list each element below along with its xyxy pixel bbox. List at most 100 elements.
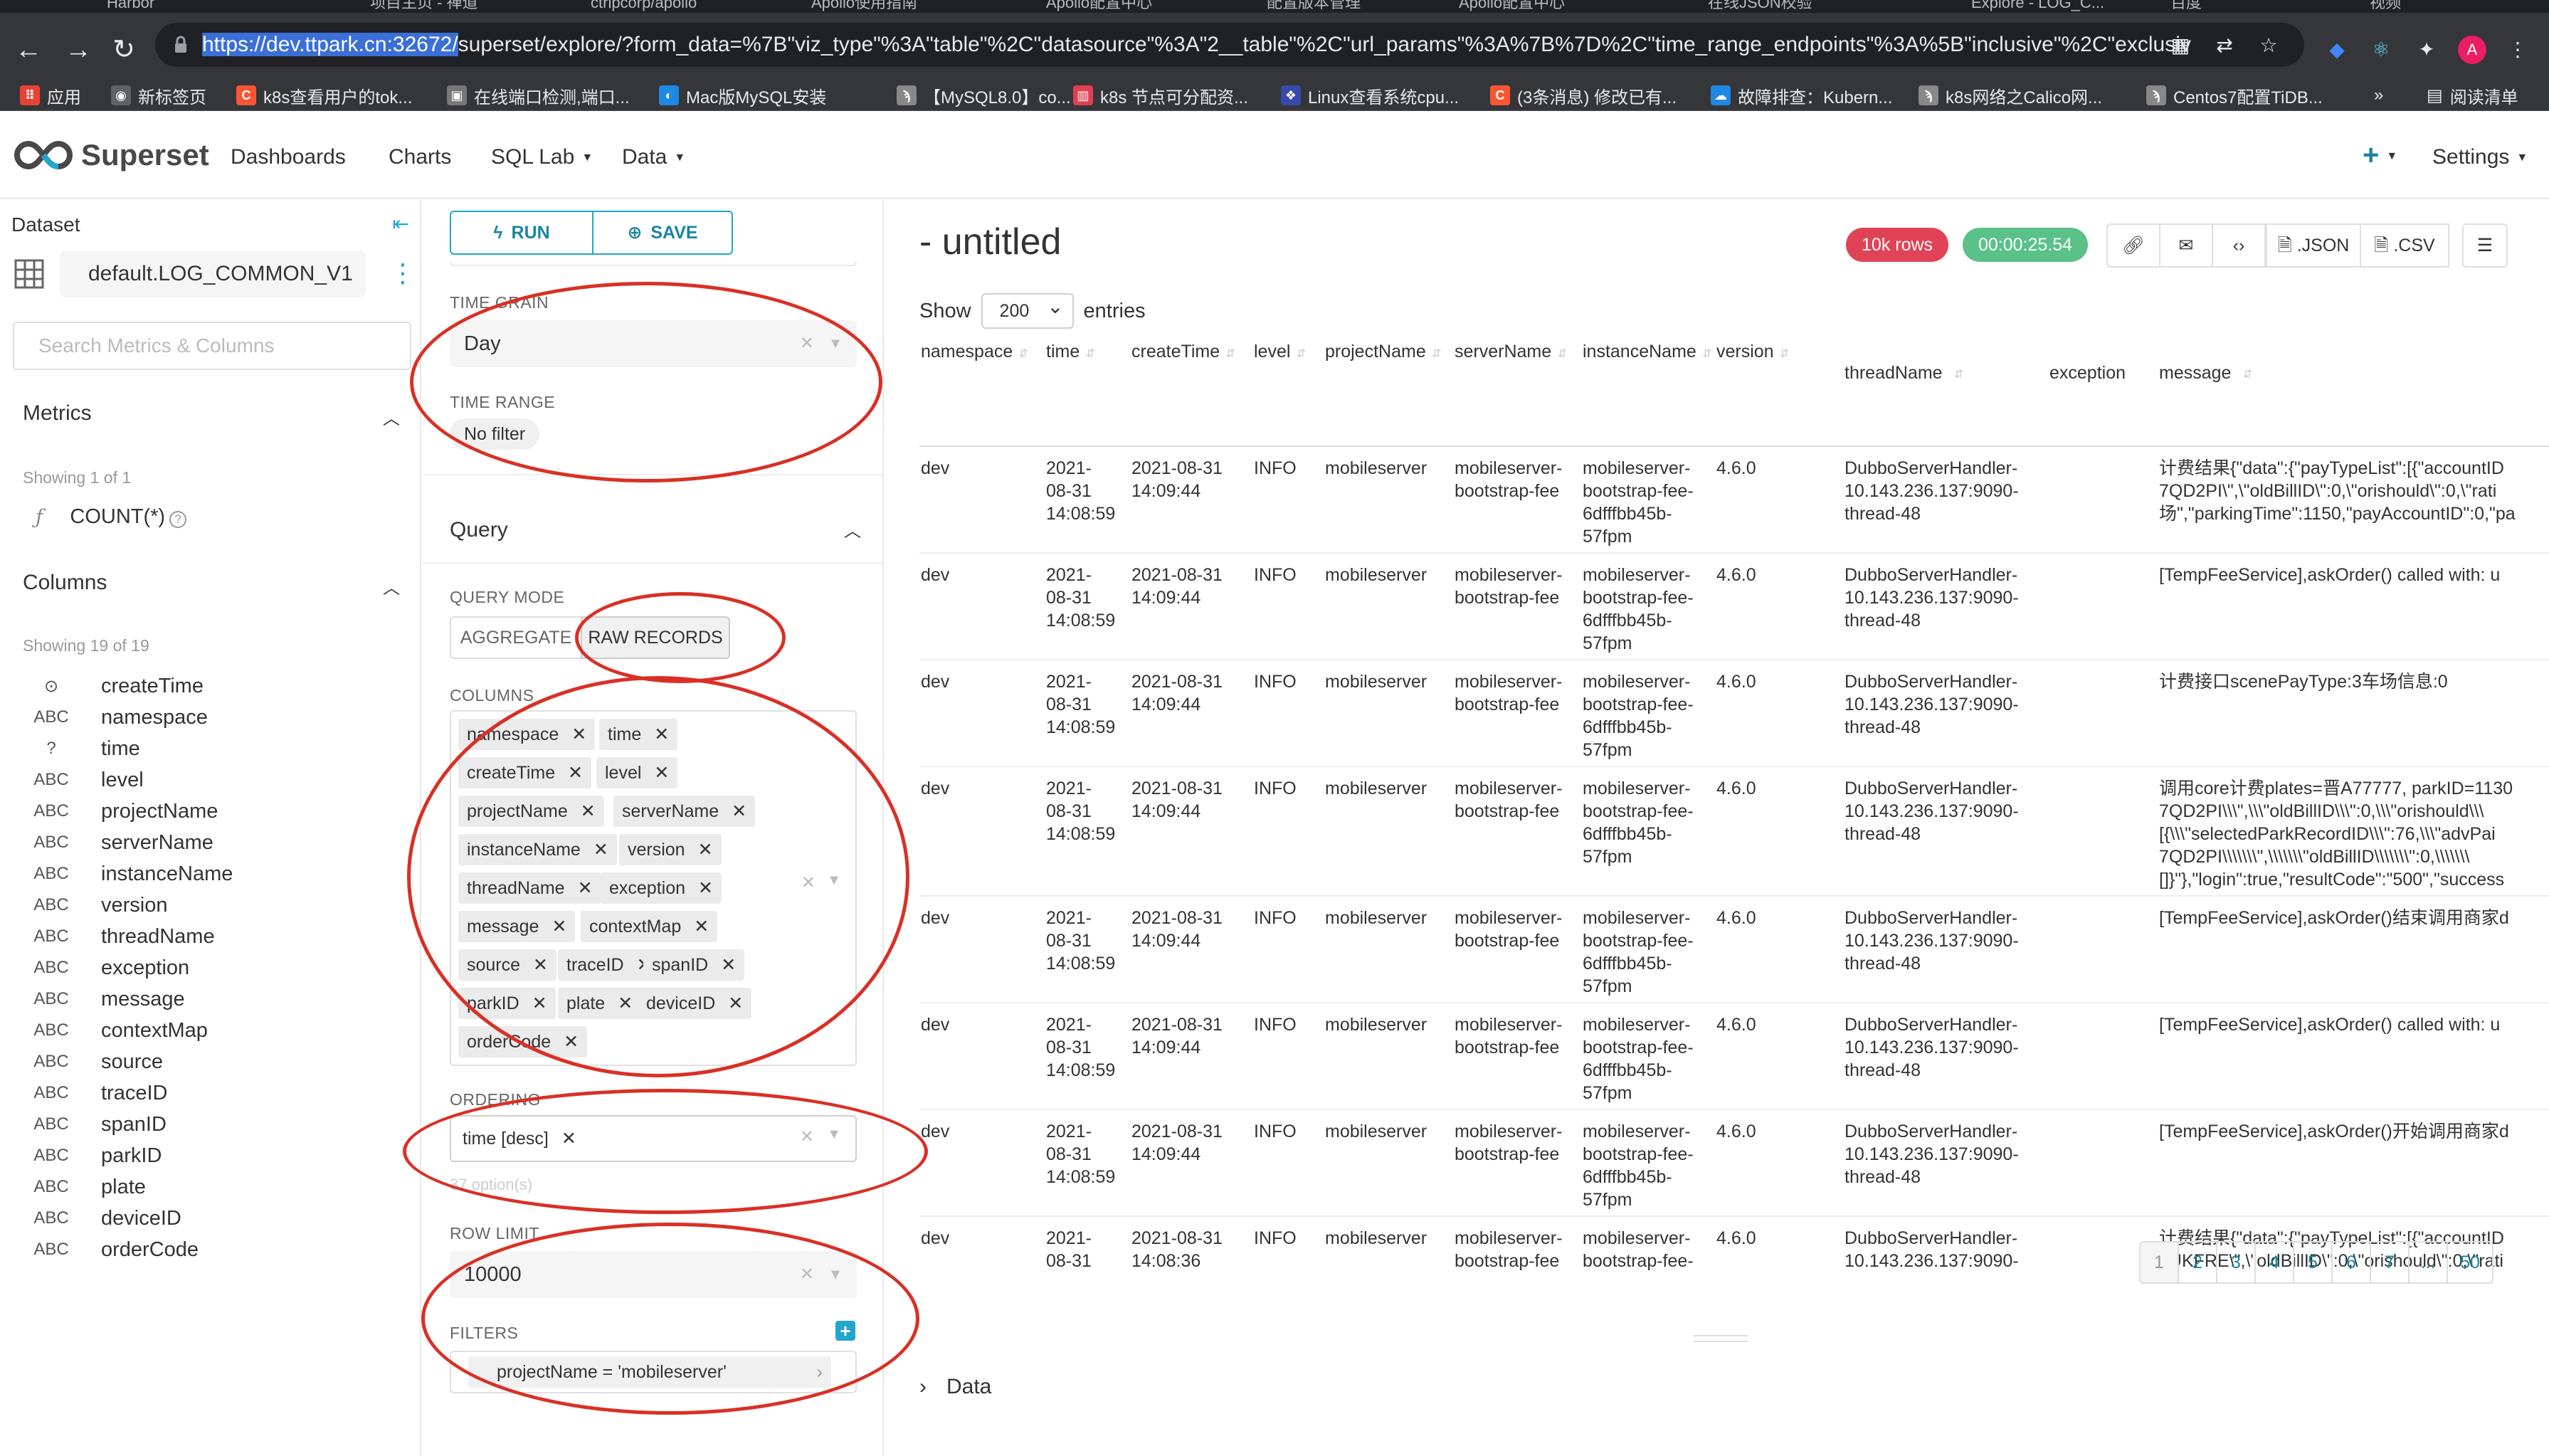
column-header[interactable]: instanceName ⇵ [1583,342,1718,362]
column-chip[interactable]: contextMap ✕ [581,911,718,942]
column-header[interactable]: threadName ⇵ [1845,363,1970,384]
columns-multiselect[interactable]: ✕ ▼ namespace ✕ time ✕ createTime ✕ level ✕ proj… [450,710,857,1066]
browser-tab[interactable]: 项目主页 - 禅道 [370,0,478,13]
translate-icon[interactable]: ⇄ [2212,33,2237,58]
remove-icon[interactable]: ✕ [654,724,669,744]
sort-icon[interactable]: ⇵ [2237,367,2258,381]
column-header[interactable]: level ⇵ [1254,342,1312,362]
bookmark-item[interactable]: ▣ 在线端口检测,端口... [447,83,630,108]
table-row[interactable]: dev 2021- 08-31 14:08:59 2021-08-31 14:09:… [919,447,2549,554]
data-section-toggle[interactable]: › Data [919,1375,991,1399]
column-header[interactable]: createTime ⇵ [1131,342,1241,362]
superset-logo[interactable]: Superset [13,138,209,172]
clear-icon[interactable]: ✕ [800,320,814,367]
browser-tab[interactable]: ctripcorp/apollo [591,0,697,13]
sort-icon[interactable]: ⇵ [1013,347,1034,361]
url-text[interactable]: https://dev.ttpark.cn:32672/superset/exp… [202,31,2191,58]
table-row[interactable]: dev 2021- 08-31 14:08:59 2021-08-31 14:09:… [919,1110,2549,1217]
column-chip[interactable]: message ✕ [458,911,576,942]
nav-charts[interactable]: Charts [389,145,451,169]
column-item[interactable]: ABC serverName [23,827,233,858]
chart-title[interactable]: - untitled [919,221,1061,263]
page-link[interactable]: ... [2408,1241,2448,1284]
remove-icon[interactable]: ✕ [698,878,713,898]
remove-icon[interactable]: ✕ [728,993,743,1013]
table-row[interactable]: dev 2021- 08-31 14:08:59 2021-08-31 14:09:… [919,897,2549,1003]
page-link[interactable]: 3 [2216,1241,2256,1284]
browser-tab[interactable]: 百度 [2170,0,2202,13]
column-chip[interactable]: version ✕ [619,834,722,865]
browser-tab[interactable]: Apollo使用指南 [811,0,917,13]
settings-menu[interactable]: Settings ▼ [2432,145,2528,169]
column-header[interactable]: time ⇵ [1046,342,1101,362]
column-item[interactable]: ? time [23,733,233,764]
ordering-select[interactable]: time [desc] ✕ ✕ ▼ [450,1115,857,1162]
column-chip[interactable]: level ✕ [596,757,678,788]
collapse-panel-icon[interactable]: ⇤ [390,212,411,235]
table-row[interactable]: dev 2021- 08-31 14:08:59 2021-08-31 14:09:… [919,554,2549,660]
back-arrow-icon[interactable]: ← [13,34,44,65]
column-header[interactable]: exception⇵ [2049,363,2126,384]
page-link[interactable]: 1 [2139,1241,2179,1284]
bookmark-item[interactable]: ⠿ 应用 [20,83,81,108]
link-icon[interactable]: 🔗︎ [2106,223,2160,268]
email-icon[interactable]: ✉ [2159,223,2213,268]
table-row[interactable]: dev 2021- 08-31 14:08:59 2021-08-31 14:09:… [919,660,2549,767]
forward-arrow-icon[interactable]: → [63,34,94,65]
browser-tab[interactable]: 配置版本管理 [1267,0,1361,13]
column-item[interactable]: ABC source [23,1046,233,1077]
column-item[interactable]: ABC instanceName [23,858,233,890]
bookmark-item[interactable]: ϡ k8s网络之Calico网... [1919,83,2102,108]
address-bar[interactable]: https://dev.ttpark.cn:32672/superset/exp… [155,23,2304,67]
clear-icon[interactable]: ✕ [801,872,816,893]
remove-icon[interactable]: ✕ [694,917,709,937]
column-chip[interactable]: createTime ✕ [458,757,592,788]
bookmark-item[interactable]: ◐ Mac版MySQL安装 [659,83,826,108]
extensions-puzzle-icon[interactable]: ✦ [2412,36,2441,64]
profile-avatar-icon[interactable]: A [2458,36,2486,64]
remove-icon[interactable]: ✕ [593,840,608,860]
sort-icon[interactable]: ⇵ [1948,367,1970,381]
column-item[interactable]: ABC projectName [23,796,233,827]
column-chip[interactable]: time ✕ [599,719,678,750]
remove-icon[interactable]: ✕ [561,1129,576,1149]
bookmark-item[interactable]: Ck8s查看用户的tok... [236,83,412,108]
column-item[interactable]: ABC threadName [23,921,233,952]
bookmarks-overflow[interactable]: » [2374,83,2383,108]
page-link[interactable]: 5 [2293,1241,2333,1284]
sort-icon[interactable]: ⇵ [1290,347,1312,361]
sort-icon[interactable]: ⇵ [1426,347,1447,361]
metric-item[interactable]: ƒ COUNT(*)? [36,505,187,529]
remove-icon[interactable]: ✕ [732,801,746,821]
nav-sql-lab[interactable]: SQL Lab ▼ [491,145,593,169]
dataset-menu-icon[interactable]: ⋮ [390,258,416,289]
column-chip[interactable]: orderCode ✕ [458,1026,588,1057]
time-range-value[interactable]: No filter [450,418,540,450]
column-item[interactable]: ABC deviceID [23,1203,233,1234]
browser-tab[interactable]: 视频 [2370,0,2401,13]
resize-handle[interactable] [1694,1335,1748,1342]
filter-chip[interactable]: projectName = 'mobileserver' › [468,1356,831,1388]
column-chip[interactable]: plate ✕ [558,988,642,1019]
remove-icon[interactable]: ✕ [568,763,583,783]
column-chip[interactable]: parkID ✕ [458,988,556,1019]
clear-icon[interactable]: ✕ [800,1251,814,1298]
chevron-up-icon[interactable]: ︿ [383,404,400,429]
bookmark-item[interactable]: ◉ 新标签页 [111,83,206,108]
bookmark-item[interactable]: ϡ 【MySQL8.0】co... [897,83,1071,108]
column-chip[interactable]: source ✕ [458,949,556,981]
table-row[interactable]: dev 2021- 08-31 14:08:59 2021-08-31 14:09:… [919,767,2549,897]
search-metrics-columns-input[interactable]: Search Metrics & Columns [13,322,411,370]
clear-icon[interactable]: ✕ [800,1127,814,1147]
export-json-button[interactable]: 🗎︎ .JSON [2266,223,2361,268]
page-link[interactable]: 7 [2370,1241,2410,1284]
remove-icon[interactable]: ✕ [581,801,596,821]
column-item[interactable]: ABC orderCode [23,1234,233,1265]
remove-icon[interactable]: ✕ [533,955,548,975]
sort-icon[interactable]: ⇵ [1774,347,1795,361]
embed-code-icon[interactable]: ‹› [2212,223,2266,268]
sort-icon[interactable]: ⇵ [1220,347,1241,361]
ordering-chip[interactable]: time [desc] ✕ [458,1123,585,1154]
query-section-header[interactable]: Query [450,518,508,542]
extension-shield-icon[interactable]: ◆ [2323,36,2351,64]
